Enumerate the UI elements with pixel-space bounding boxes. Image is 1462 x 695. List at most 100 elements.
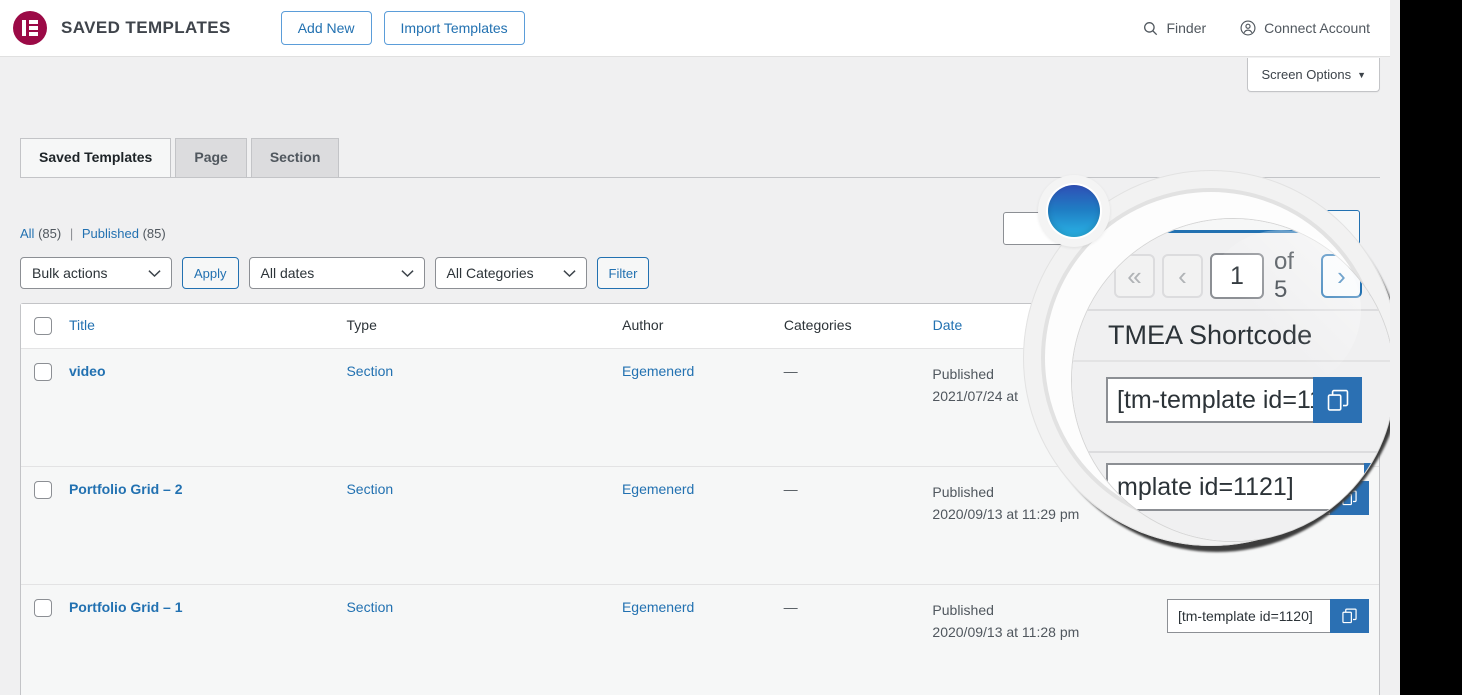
dates-select[interactable]: All dates [248,257,425,289]
template-title-link[interactable]: Portfolio Grid – 2 [69,481,183,497]
tabs-divider [20,177,1380,178]
table-row: video Section Egemenerd — Published 2021… [21,349,1379,467]
table-nav-filters: Bulk actions Apply All dates All Categor… [20,257,650,289]
row-date-value: 2020/09/13 at 11:29 pm [932,506,1080,523]
dates-value: All dates [260,265,315,281]
pagination-last-button[interactable]: » [1291,240,1322,270]
row-shortcode-cell: [tm-template id=1121] [1166,467,1379,584]
copy-shortcode-button[interactable] [1330,599,1369,633]
status-link-published[interactable]: Published [82,226,139,241]
row-checkbox[interactable] [34,481,52,499]
screen-options-button[interactable]: Screen Options ▼ [1247,58,1380,92]
status-count-published: (85) [142,226,166,241]
template-title-link[interactable]: video [69,363,106,379]
pagination-first-button[interactable]: « [1108,240,1138,270]
pagination-total-label: of 5 [1228,247,1250,263]
row-checkbox[interactable] [34,363,52,381]
wordpress-admin-page: SAVED TEMPLATES Add New Import Templates… [0,0,1400,695]
shortcode-input[interactable]: [tm-template id=1120] [1166,599,1331,633]
row-shortcode-cell: [tm-template id=1120] [1166,585,1379,695]
row-author-cell: Egemenerd [622,585,784,695]
import-templates-button[interactable]: Import Templates [383,10,525,46]
row-categories-cell: — [783,363,798,379]
tab-page[interactable]: Page [175,138,247,177]
row-checkbox-cell [21,585,69,695]
row-type-cell: Section [346,585,622,695]
status-filter-links: All (85) | Published (85) [20,226,166,241]
template-type-tabs: Saved Templates Page Section [20,138,343,177]
row-date-status: Published [932,602,994,618]
table-header-row: Title Type Author Categories Date TMEA S… [21,304,1379,349]
categories-value: All Categories [446,265,534,281]
chevron-down-icon [562,265,576,281]
user-circle-icon [1240,20,1256,36]
finder-button[interactable]: Finder [1143,20,1206,36]
bulk-actions-select[interactable]: Bulk actions [20,257,172,289]
table-row: Portfolio Grid – 2 Section Egemenerd — P… [21,467,1379,585]
apply-button[interactable]: Apply [182,257,239,289]
row-type-cell: Section [346,467,622,584]
row-categories-cell: — [783,599,798,615]
chevron-down-icon [400,265,414,281]
row-shortcode-cell: [tm-template id=1141] [1166,349,1379,466]
column-header-date: Date [932,317,963,333]
row-author-cell: Egemenerd [622,349,784,466]
row-checkbox-cell [21,349,69,466]
template-type-link[interactable]: Section [346,363,393,379]
screen-options-label: Screen Options [1261,67,1352,82]
categories-select[interactable]: All Categories [434,257,587,289]
screenshot-root: SAVED TEMPLATES Add New Import Templates… [0,0,1462,695]
row-date-cell: Published 2020/09/13 at 11:28 pm [932,585,1167,695]
shortcode-input[interactable]: [tm-template id=1121] [1166,481,1331,515]
shortcode-input[interactable]: [tm-template id=1141] [1166,363,1331,397]
pagination-next-button[interactable]: › [1257,240,1288,270]
tab-saved-templates[interactable]: Saved Templates [20,138,172,177]
chevron-down-icon: ▼ [1357,70,1366,80]
pagination-current-input[interactable]: 1 [1176,240,1220,270]
column-header-shortcode: TMEA Shortcode [1167,317,1274,333]
magnified-pagination-next: › [1320,254,1362,298]
copy-shortcode-button[interactable] [1330,481,1369,515]
column-header-type: Type [346,317,377,333]
row-title-cell: video [69,349,347,466]
status-separator: | [69,226,74,241]
row-categories-cell: — [783,481,798,497]
status-count-all: (85) [38,226,62,241]
table-body: video Section Egemenerd — Published 2021… [21,349,1379,695]
topbar-right-actions: Finder Connect Account [1143,20,1370,36]
row-checkbox[interactable] [34,599,52,617]
row-author-cell: Egemenerd [622,467,784,584]
elementor-topbar: SAVED TEMPLATES Add New Import Templates… [0,0,1390,57]
template-type-link[interactable]: Section [346,481,393,497]
status-link-all[interactable]: All [20,226,34,241]
add-new-button[interactable]: Add New [280,10,372,46]
bulk-actions-value: Bulk actions [32,265,108,281]
template-title-link[interactable]: Portfolio Grid – 1 [69,599,183,615]
row-date-value: 2021/07/24 at [932,388,1019,405]
tab-section[interactable]: Section [250,138,340,177]
connect-account-button[interactable]: Connect Account [1240,20,1370,36]
row-title-cell: Portfolio Grid – 2 [69,467,347,584]
topbar-actions: Add New Import Templates [280,10,525,46]
row-title-cell: Portfolio Grid – 1 [69,585,347,695]
template-author-link[interactable]: Egemenerd [622,481,694,497]
template-author-link[interactable]: Egemenerd [622,599,694,615]
row-type-cell: Section [346,349,622,466]
column-header-title: Title [68,317,95,333]
elementor-logo-icon [13,11,47,45]
search-input[interactable] [1003,212,1099,245]
copy-shortcode-button[interactable] [1330,363,1369,397]
table-row: Portfolio Grid – 1 Section Egemenerd — P… [21,585,1379,695]
column-header-author: Author [622,317,664,333]
finder-label: Finder [1166,20,1207,36]
select-all-checkbox-cell [21,304,69,348]
row-date-cell: Published 2021/07/24 at [932,349,1167,466]
page-title: SAVED TEMPLATES [61,18,231,37]
select-all-checkbox[interactable] [34,317,52,335]
page-right-margin [1390,0,1400,695]
pagination-prev-button[interactable]: ‹ [1142,240,1172,270]
template-type-link[interactable]: Section [346,599,393,615]
row-checkbox-cell [21,467,69,584]
filter-button[interactable]: Filter [596,257,650,289]
template-author-link[interactable]: Egemenerd [622,363,694,379]
